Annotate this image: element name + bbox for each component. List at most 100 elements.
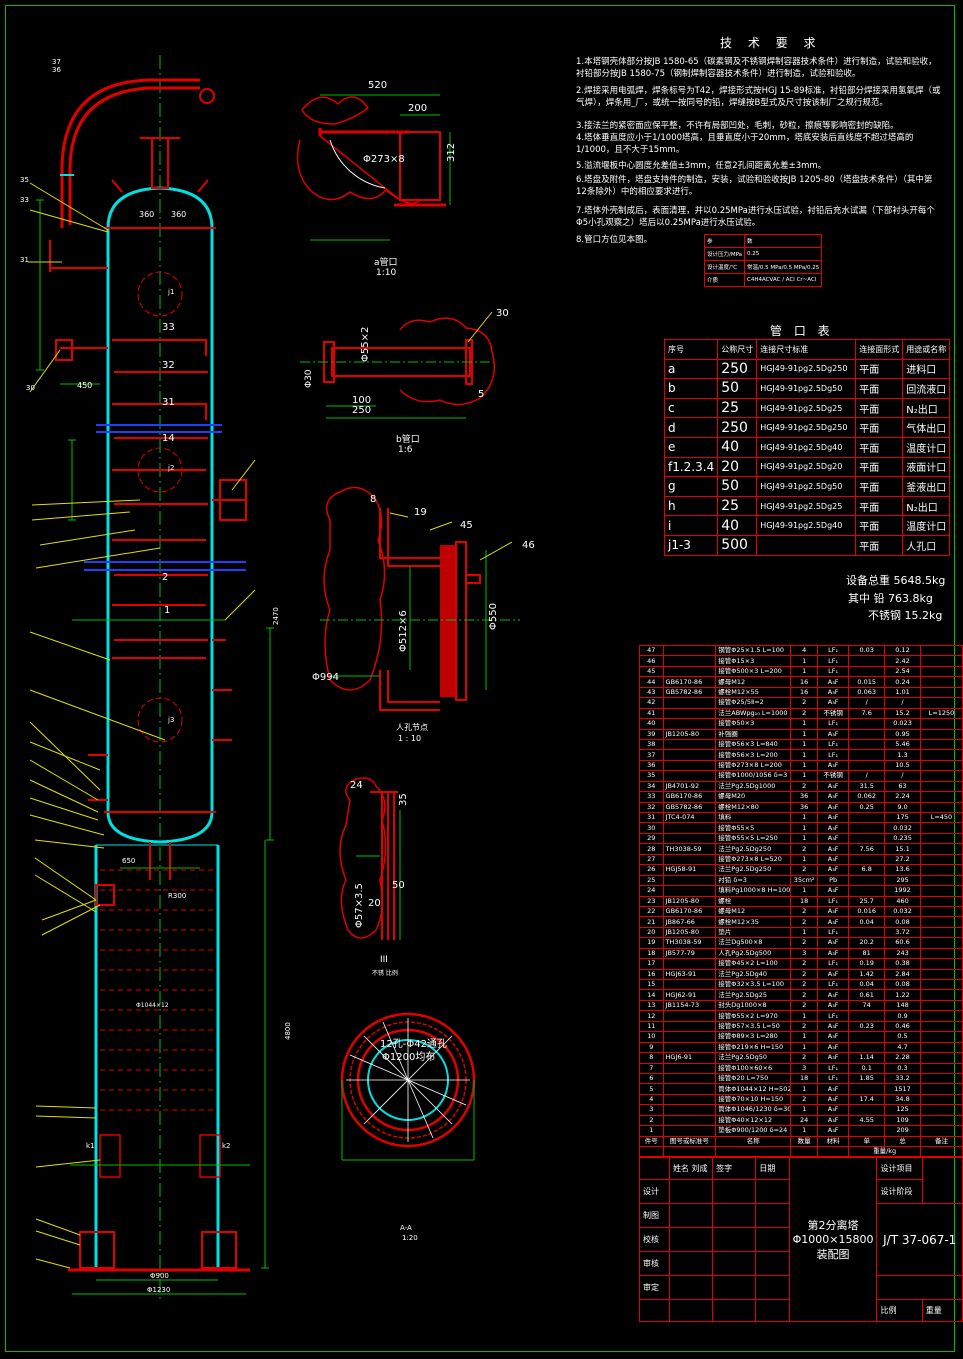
parts-cell: L=1250 <box>919 707 963 720</box>
requirement-3: 3.接法兰的紧密面应保平整，不许有局部凹处，毛刺，砂粒，擦痕等影响密封的缺陷。 <box>576 121 899 131</box>
parts-row: 45 接管Φ500×3 L=200 1 LF₁ 2.54 <box>639 665 963 678</box>
parts-cell <box>662 759 717 772</box>
parts-row: 10 接管Φ89×3 L=280 1 A₃F 0.5 <box>639 1031 963 1043</box>
parts-cell: 填料 <box>715 811 792 824</box>
parts-cell: 1 <box>790 853 819 866</box>
parts-cell: 18 <box>639 947 664 960</box>
nozzle-cell: a <box>663 358 719 380</box>
parts-cell <box>919 916 963 928</box>
parts-cell: A₃F <box>817 864 850 876</box>
parts-cell: A₃F <box>817 1052 850 1064</box>
parts-cell: 460 <box>884 895 921 907</box>
parts-row: 20 JB1205-80 垫片 1 LF₁ 3.72 <box>639 926 963 939</box>
parts-cell: 0.063 <box>848 686 886 699</box>
parts-cell: TH3038-59 <box>662 843 717 855</box>
parts-cell: JB867-66 <box>662 916 717 928</box>
parts-cell <box>848 1041 886 1054</box>
parts-row: 5 筒体Φ1044×12 H=5025 1 A₃F 1517 <box>639 1083 963 1095</box>
parts-cell: 0.38 <box>884 958 921 970</box>
nozzle-cell: 500 <box>717 534 758 556</box>
dim-50: 50 <box>392 880 405 891</box>
parts-cell <box>919 843 963 855</box>
parts-cell: 接管Φ100×60×6 <box>715 1062 792 1074</box>
nozzle-row: b 50 HGJ49-91pg2.5Dg50 平面 回流液口 <box>663 378 951 399</box>
nozzle-cell: HGJ49-91pg2.5Dg50 <box>756 476 857 497</box>
parts-cell: 0.032 <box>884 905 921 918</box>
parts-row: 18 JB577-79 人孔Pg2.5Dg500 3 A₃F 81 243 <box>639 947 963 960</box>
parts-cell: 18 <box>790 895 819 907</box>
parts-row: 25 衬铅 δ=3 35cm² Pb 295 <box>639 874 963 887</box>
tb-project: 设计项目 <box>876 1157 923 1180</box>
parts-cell: 0.062 <box>848 791 886 803</box>
parts-cell <box>662 749 717 761</box>
parts-cell: LF₁ <box>817 655 850 667</box>
parts-cell: A₃F <box>817 885 850 897</box>
nozzle-cell: e <box>663 436 719 458</box>
parts-cell <box>919 989 963 1001</box>
parts-cell: 2 <box>790 843 819 855</box>
parts-cell: 封头Dg1000×8 <box>715 999 792 1012</box>
parts-cell: A₃F <box>817 1041 850 1054</box>
nozzle-cell: 液面计口 <box>902 456 951 478</box>
parts-cell: 1.85 <box>848 1072 886 1085</box>
nozzle-cell: 回流液口 <box>902 378 951 399</box>
parts-cell <box>919 874 963 887</box>
parts-cell: 0.016 <box>848 905 886 918</box>
parts-cell: A₃F <box>817 1125 850 1137</box>
nozzle-cell <box>756 534 857 556</box>
parts-cell: 6.8 <box>848 864 886 876</box>
nozzle-cell: 25 <box>717 495 758 517</box>
parts-cell: 接管Φ55×5 <box>715 822 792 834</box>
label-30: 30 <box>26 384 35 392</box>
parts-cell <box>919 728 963 740</box>
parts-cell: 1 <box>790 811 819 824</box>
parts-cell <box>848 738 886 751</box>
parts-cell: 螺母M20 <box>715 791 792 803</box>
parts-cell: 3 <box>790 947 819 960</box>
parts-cell: 法兰Pg2.5Dg1000 <box>715 780 792 793</box>
nozzle-row: c 25 HGJ49-91pg2.5Dg25 平面 N₂出口 <box>663 397 951 419</box>
dim-1230: Φ1230 <box>147 1286 171 1294</box>
parts-cell: 4 <box>790 644 819 657</box>
parts-row: 32 GB5782-86 螺栓M12×80 36 A₃F 0.25 9.0 <box>639 801 963 814</box>
parts-cell: 接管Φ55×2 L=970 <box>715 1010 792 1022</box>
parts-cell: 8 <box>639 1052 664 1064</box>
parts-subheader-row: 重量/kg <box>639 1145 963 1158</box>
parts-cell: 2 <box>790 989 819 1001</box>
parts-cell: 16 <box>790 676 819 688</box>
parts-row: 19 TH3038-59 法兰Dg500×8 2 A₃F 20.2 60.6 <box>639 937 963 949</box>
parts-cell: 27 <box>639 853 664 866</box>
parts-cell: 2 <box>790 968 819 981</box>
parts-cell: 0.235 <box>884 832 921 845</box>
view-b-scale: 1:6 <box>398 445 413 455</box>
parts-cell: JB1154-73 <box>662 999 717 1012</box>
nozzle-cell: 平面 <box>855 515 904 536</box>
parts-cell: 22 <box>639 905 664 918</box>
parts-cell <box>662 832 717 845</box>
parts-cell: GB6170-86 <box>662 791 717 803</box>
nozzle-cell: f1.2.3.4 <box>663 456 719 478</box>
parts-header-cell: 名称 <box>715 1135 792 1148</box>
parts-cell: 填料Pg1000×8 H=10000 <box>715 885 792 897</box>
parts-cell: 1 <box>790 759 819 772</box>
parts-cell: JB1205-80 <box>662 728 717 740</box>
parts-cell: 24 <box>639 885 664 897</box>
nozzle-table-title: 管 口 表 <box>770 324 834 338</box>
parts-cell <box>919 665 963 678</box>
dim-650: 650 <box>122 857 136 865</box>
parts-cell <box>848 885 886 897</box>
nozzle-cell: 20 <box>717 456 758 478</box>
manhole-j1: j1 <box>168 288 175 296</box>
parts-cell <box>848 749 886 761</box>
parts-cell: A₃F <box>817 968 850 981</box>
parts-cell: A₃F <box>817 780 850 793</box>
parts-cell <box>848 665 886 678</box>
parts-cell: 3 <box>639 1104 664 1116</box>
nozzle-row: d 250 HGJ49-91pg2.5Dg250 平面 气体出口 <box>663 417 951 438</box>
parts-cell: 2 <box>790 905 819 918</box>
parts-cell: 垫片 <box>715 926 792 939</box>
tb-sign: 签字 <box>712 1157 757 1180</box>
parts-cell: 13.6 <box>884 864 921 876</box>
parts-row: 14 HGJ62-91 法兰Pg2.5Dg25 2 A₃F 0.61 1.22 <box>639 989 963 1001</box>
requirement-7: 7.塔体外壳制成后，表面清理，并以0.25MPa进行水压试验，衬铅后充水试漏（下… <box>576 206 935 229</box>
